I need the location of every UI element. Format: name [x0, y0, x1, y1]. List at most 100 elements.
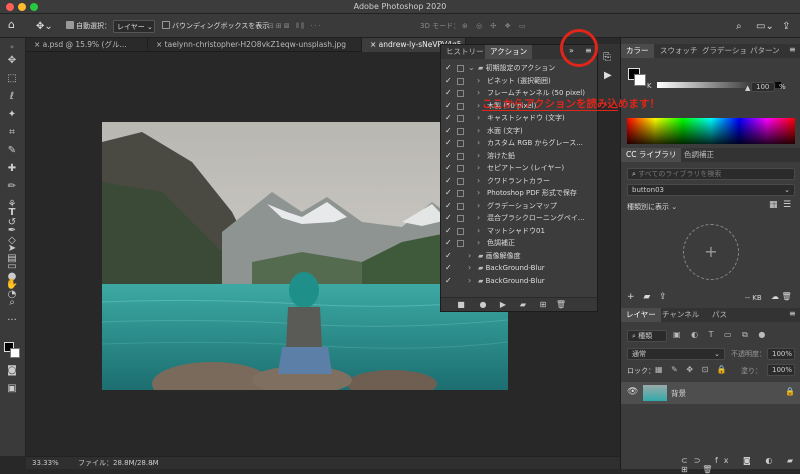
tab-layers[interactable]: レイヤー	[621, 308, 661, 322]
tab-color[interactable]: カラー	[621, 44, 654, 58]
action-enabled-check-icon[interactable]: ✓	[445, 200, 452, 213]
brush-tool-icon[interactable]: ✏	[5, 180, 19, 194]
dialog-toggle-box[interactable]	[457, 140, 464, 147]
expand-toggle-icon[interactable]: ›	[477, 212, 480, 225]
action-item[interactable]: ✓ › 混合ブラシクローニングペイ...	[441, 212, 597, 225]
action-enabled-check-icon[interactable]: ✓	[445, 275, 452, 288]
pen-tool-icon[interactable]: ✒	[5, 224, 19, 238]
dialog-toggle-box[interactable]	[457, 77, 464, 85]
k-slider-handle-icon[interactable]: ▲	[745, 84, 750, 92]
dialog-toggle-box[interactable]	[457, 190, 464, 197]
action-enabled-check-icon[interactable]: ✓	[445, 112, 452, 125]
new-set-icon[interactable]: ▰	[517, 298, 529, 312]
expand-toggle-icon[interactable]: ›	[477, 200, 480, 213]
layer-visibility-icon[interactable]: 👁	[627, 387, 638, 397]
expand-toggle-icon[interactable]: ⌄	[468, 62, 475, 75]
layers-panel-menu-icon[interactable]: ≡	[789, 309, 796, 318]
quick-mask-icon[interactable]: ◙	[5, 364, 19, 378]
doc-tab-1[interactable]: × a.psd @ 15.9% (グル...	[26, 38, 148, 52]
share-icon[interactable]: ⇪	[782, 20, 790, 33]
expand-toggle-icon[interactable]: ›	[477, 87, 480, 100]
screen-mode-icon[interactable]: ▣	[5, 382, 19, 396]
action-enabled-check-icon[interactable]: ✓	[445, 212, 452, 225]
play-selection-icon[interactable]: ▶	[497, 298, 509, 312]
cloud-icon[interactable]: ☁ 🗑	[771, 292, 792, 301]
color-panel-menu-icon[interactable]: ≡	[789, 45, 796, 54]
dialog-toggle-box[interactable]	[457, 102, 464, 110]
color-spectrum[interactable]	[627, 118, 795, 144]
dialog-toggle-box[interactable]	[457, 215, 464, 222]
grid-view-icon[interactable]: ▦	[769, 200, 778, 210]
collapse-toolbar-icon[interactable]: »	[5, 40, 19, 54]
hand-tool-icon[interactable]: ✋	[5, 278, 19, 292]
stop-recording-icon[interactable]: ■	[455, 298, 467, 312]
path-selection-tool-icon[interactable]: ➤	[5, 242, 19, 256]
expand-toggle-icon[interactable]: ›	[468, 250, 471, 263]
expand-toggle-icon[interactable]: ›	[477, 162, 480, 175]
tab-channels[interactable]: チャンネル	[657, 308, 704, 322]
action-item[interactable]: ✓ › カスタム RGB からグレース...	[441, 137, 597, 150]
action-enabled-check-icon[interactable]: ✓	[445, 237, 452, 250]
zoom-level[interactable]: 33.33%	[32, 457, 59, 470]
action-enabled-check-icon[interactable]: ✓	[445, 87, 452, 100]
layer-row-background[interactable]: 👁 背景 🔒	[621, 382, 800, 404]
action-item[interactable]: ✓ › セピアトーン (レイヤー)	[441, 162, 597, 175]
align-icons[interactable]: ⊟⊞⊠ ⫴⫼ ···	[268, 20, 323, 33]
dialog-toggle-box[interactable]	[457, 115, 464, 122]
fill-input[interactable]: 100%	[767, 364, 795, 376]
action-item[interactable]: ✓ › グラデーションマップ	[441, 200, 597, 213]
marquee-tool-icon[interactable]: ⬚	[5, 72, 19, 86]
expand-toggle-icon[interactable]: ›	[477, 100, 480, 113]
dialog-toggle-box[interactable]	[457, 152, 464, 160]
doc-tab-2[interactable]: × taelynn-christopher-H2O8vkZ1eqw-unspla…	[148, 38, 362, 52]
search-icon[interactable]: ⌕	[736, 20, 742, 33]
tab-swatches[interactable]: スウォッチ	[655, 44, 703, 58]
action-enabled-check-icon[interactable]: ✓	[445, 262, 452, 275]
view-by-type-dropdown[interactable]: 種類別に表示 ⌄	[627, 202, 677, 212]
expand-toggle-icon[interactable]: ›	[477, 137, 480, 150]
action-enabled-check-icon[interactable]: ✓	[445, 162, 452, 175]
dialog-toggle-box[interactable]	[457, 90, 464, 97]
status-menu-chevron-icon[interactable]: ›	[150, 457, 153, 470]
expand-toggle-icon[interactable]: ›	[468, 262, 471, 275]
magic-wand-tool-icon[interactable]: ✦	[5, 108, 19, 122]
action-enabled-check-icon[interactable]: ✓	[445, 250, 452, 263]
action-enabled-check-icon[interactable]: ✓	[445, 125, 452, 138]
bounding-box-checkbox[interactable]: バウンディングボックスを表示	[162, 20, 269, 33]
list-view-icon[interactable]: ☰	[783, 200, 791, 210]
action-enabled-check-icon[interactable]: ✓	[445, 175, 452, 188]
type-tool-icon[interactable]: T	[5, 206, 19, 220]
action-item[interactable]: ✓ › クワドラントカラー	[441, 175, 597, 188]
action-set[interactable]: ✓ › ▰ BackGround-Blur	[441, 262, 597, 275]
expand-toggle-icon[interactable]: ›	[477, 125, 480, 138]
action-enabled-check-icon[interactable]: ✓	[445, 100, 452, 113]
action-item[interactable]: ✓ › マットシャドウ01	[441, 225, 597, 238]
history-dock-icon[interactable]: ⎘	[603, 52, 611, 63]
action-item[interactable]: ✓ › キャストシャドウ (文字)	[441, 112, 597, 125]
expand-toggle-icon[interactable]: ›	[477, 225, 480, 238]
home-icon[interactable]: ⌂	[8, 18, 15, 31]
tab-actions[interactable]: アクション	[485, 45, 533, 59]
action-item[interactable]: ✓ › Photoshop PDF 形式で保存	[441, 187, 597, 200]
blend-mode-select[interactable]: 通常 ⌄	[627, 348, 725, 360]
tab-patterns[interactable]: パターン	[745, 44, 785, 58]
expand-toggle-icon[interactable]: ›	[477, 187, 480, 200]
dialog-toggle-box[interactable]	[457, 127, 464, 135]
layer-name[interactable]: 背景	[671, 388, 686, 399]
library-search-input[interactable]: ⌕ すべてのライブラリを検索	[627, 168, 795, 180]
action-enabled-check-icon[interactable]: ✓	[445, 187, 452, 200]
action-item[interactable]: ✓ › ビネット (選択範囲)	[441, 75, 597, 88]
action-set[interactable]: ✓ › ▰ 画像解像度	[441, 250, 597, 263]
dialog-toggle-box[interactable]	[457, 202, 464, 210]
library-select[interactable]: button03 ⌄	[627, 184, 795, 196]
add-content-icon[interactable]: +	[683, 224, 739, 280]
action-item[interactable]: ✓ › 水面 (文字)	[441, 125, 597, 138]
expand-toggle-icon[interactable]: ›	[477, 75, 480, 88]
k-value-input[interactable]: 100	[751, 82, 775, 92]
healing-brush-tool-icon[interactable]: ✚	[5, 162, 19, 176]
action-set[interactable]: ✓ › ▰ BackGround-Blur	[441, 275, 597, 288]
dialog-toggle-box[interactable]	[457, 240, 464, 247]
auto-select-checkbox[interactable]: 自動選択：	[66, 20, 111, 33]
background-color-swatch[interactable]	[10, 348, 20, 358]
expand-toggle-icon[interactable]: ›	[477, 112, 480, 125]
